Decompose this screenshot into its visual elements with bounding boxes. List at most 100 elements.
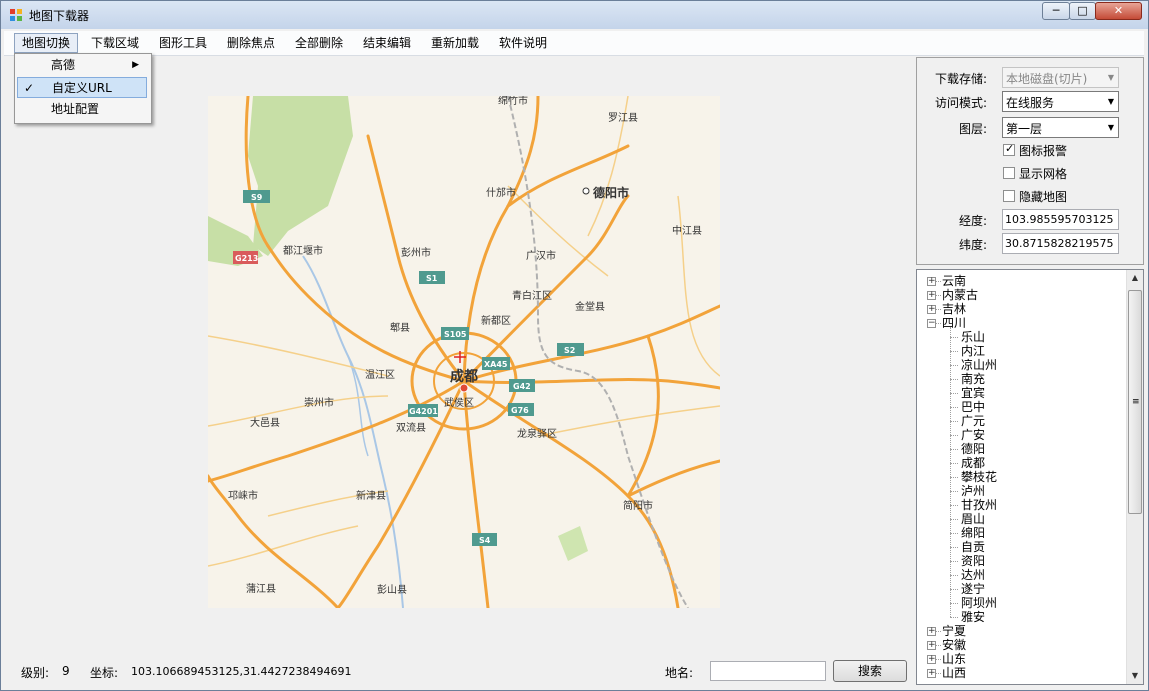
level-value: 9: [62, 664, 70, 678]
tree-connector: [950, 617, 958, 618]
menu-map-switch[interactable]: 地图切换: [14, 33, 79, 53]
map-label: 罗江县: [608, 112, 638, 124]
route-shield: S105: [444, 330, 467, 339]
tree-node[interactable]: 安徽: [942, 638, 966, 652]
scroll-thumb[interactable]: ≡: [1128, 290, 1142, 514]
route-shield: G4201: [409, 407, 438, 416]
map-label: 邛崃市: [228, 489, 258, 502]
minimize-button[interactable]: ─: [1042, 2, 1070, 20]
menu-download-area[interactable]: 下载区域: [84, 33, 146, 53]
expand-icon[interactable]: +: [927, 641, 936, 650]
expand-icon[interactable]: +: [927, 669, 936, 678]
storage-select[interactable]: 本地磁盘(切片) ▼: [1002, 67, 1119, 88]
tree-child-node[interactable]: 甘孜州: [961, 498, 997, 512]
tree-child-node[interactable]: 遂宁: [961, 582, 985, 596]
tree-scrollbar[interactable]: ▲ ≡ ▼: [1126, 270, 1143, 684]
mode-value: 在线服务: [1006, 96, 1055, 110]
close-button[interactable]: ✕: [1095, 2, 1142, 20]
tree-child-node[interactable]: 内江: [961, 344, 985, 358]
map-label: 中江县: [672, 224, 702, 237]
place-input[interactable]: [710, 661, 826, 681]
menu-delete-all[interactable]: 全部删除: [288, 33, 350, 53]
search-button[interactable]: 搜索: [833, 660, 907, 682]
coord-value: 103.106689453125,31.4427238494691: [131, 665, 352, 678]
map-label: 德阳市: [593, 185, 629, 200]
tree-child-node[interactable]: 达州: [961, 568, 985, 582]
app-icon: [10, 9, 22, 21]
mode-select[interactable]: 在线服务 ▼: [1002, 91, 1119, 112]
tree-connector: [950, 421, 958, 422]
expand-icon[interactable]: +: [927, 655, 936, 664]
coord-label: 坐标:: [90, 666, 119, 680]
tree-child-node[interactable]: 自贡: [961, 540, 985, 554]
expand-icon[interactable]: +: [927, 627, 936, 636]
map-label: 广汉市: [526, 249, 556, 262]
tree-child-node[interactable]: 阿坝州: [961, 596, 997, 610]
map-label: 龙泉驿区: [517, 427, 557, 440]
dropdown-item-custom-url[interactable]: ✓ 自定义URL: [17, 77, 147, 98]
scroll-down-icon[interactable]: ▼: [1127, 668, 1143, 684]
menu-reload[interactable]: 重新加载: [424, 33, 486, 53]
collapse-icon[interactable]: −: [927, 319, 936, 328]
expand-icon[interactable]: +: [927, 305, 936, 314]
tree-child-node[interactable]: 资阳: [961, 554, 985, 568]
tree-connector: [950, 561, 958, 562]
tree-child-node[interactable]: 凉山州: [961, 358, 997, 372]
tree-node[interactable]: 四川: [942, 316, 966, 330]
menu-end-edit[interactable]: 结束编辑: [356, 33, 418, 53]
dropdown-item-amap[interactable]: 高德 ▶: [17, 55, 147, 76]
icon-alarm-checkbox[interactable]: ✓: [1003, 142, 1015, 156]
place-label: 地名:: [665, 666, 694, 680]
tree-node[interactable]: 山西: [942, 666, 966, 680]
tree-node[interactable]: 吉林: [942, 302, 966, 316]
tree-child-node[interactable]: 攀枝花: [961, 470, 997, 484]
tree-child-node[interactable]: 成都: [961, 456, 985, 470]
tree-child-node[interactable]: 乐山: [961, 330, 985, 344]
tree-child-node[interactable]: 广元: [961, 414, 985, 428]
tree-child-node[interactable]: 绵阳: [961, 526, 985, 540]
maximize-button[interactable]: □: [1069, 2, 1096, 20]
tree-child-node[interactable]: 雅安: [961, 610, 985, 624]
region-tree[interactable]: + 云南 + 内蒙古 + 吉林 − 四川 乐山 内江 凉山州 南充 宜宾 巴中 广元 广安 德阳 成都 攀枝花 泸州甘…: [916, 269, 1144, 685]
expand-icon[interactable]: +: [927, 291, 936, 300]
show-grid-checkbox[interactable]: [1003, 167, 1015, 179]
tree-node[interactable]: 云南: [942, 274, 966, 288]
tree-child-node[interactable]: 巴中: [961, 400, 985, 414]
tree-connector: [950, 505, 958, 506]
tree-node[interactable]: 宁夏: [942, 624, 966, 638]
dropdown-item-label: 高德: [51, 58, 76, 72]
tree-node[interactable]: 山东: [942, 652, 966, 666]
menu-delete-focus[interactable]: 删除焦点: [220, 33, 282, 53]
tree-child-node[interactable]: 广安: [961, 428, 985, 442]
map-tile[interactable]: 绵竹市 罗江县 什邡市 德阳市 中江县 都江堰市 彭州市 广汉市 青白江区 金堂…: [208, 96, 720, 608]
map-label: 新津县: [356, 489, 386, 502]
tree-child-node[interactable]: 宜宾: [961, 386, 985, 400]
expand-icon[interactable]: +: [927, 277, 936, 286]
menu-help[interactable]: 软件说明: [492, 33, 554, 53]
lon-input[interactable]: [1002, 209, 1119, 230]
tree-child-node[interactable]: 泸州: [961, 484, 985, 498]
tree-child-node[interactable]: 眉山: [961, 512, 985, 526]
menu-graphic-tools[interactable]: 图形工具: [152, 33, 214, 53]
tree-child-node[interactable]: 德阳: [961, 442, 985, 456]
map-label: 新都区: [481, 314, 511, 327]
dropdown-item-address-config[interactable]: 地址配置: [17, 99, 147, 120]
level-label: 级别:: [21, 666, 50, 680]
lon-label: 经度:: [958, 214, 987, 228]
tree-connector: [950, 491, 958, 492]
route-shield: XA45: [484, 360, 508, 369]
hide-map-checkbox[interactable]: [1003, 190, 1015, 202]
tree-connector: [936, 309, 941, 310]
map-label: 双流县: [396, 421, 426, 434]
hide-map-label: 隐藏地图: [1019, 190, 1068, 204]
tree-connector: [950, 435, 958, 436]
tree-connector: [936, 673, 941, 674]
map-label: 绵竹市: [498, 96, 528, 107]
lat-input[interactable]: [1002, 233, 1119, 254]
tree-connector: [950, 519, 958, 520]
storage-value: 本地磁盘(切片): [1006, 72, 1088, 86]
tree-node[interactable]: 内蒙古: [942, 288, 978, 302]
tree-child-node[interactable]: 南充: [961, 372, 985, 386]
layer-select[interactable]: 第一层 ▼: [1002, 117, 1119, 138]
scroll-up-icon[interactable]: ▲: [1127, 270, 1143, 286]
